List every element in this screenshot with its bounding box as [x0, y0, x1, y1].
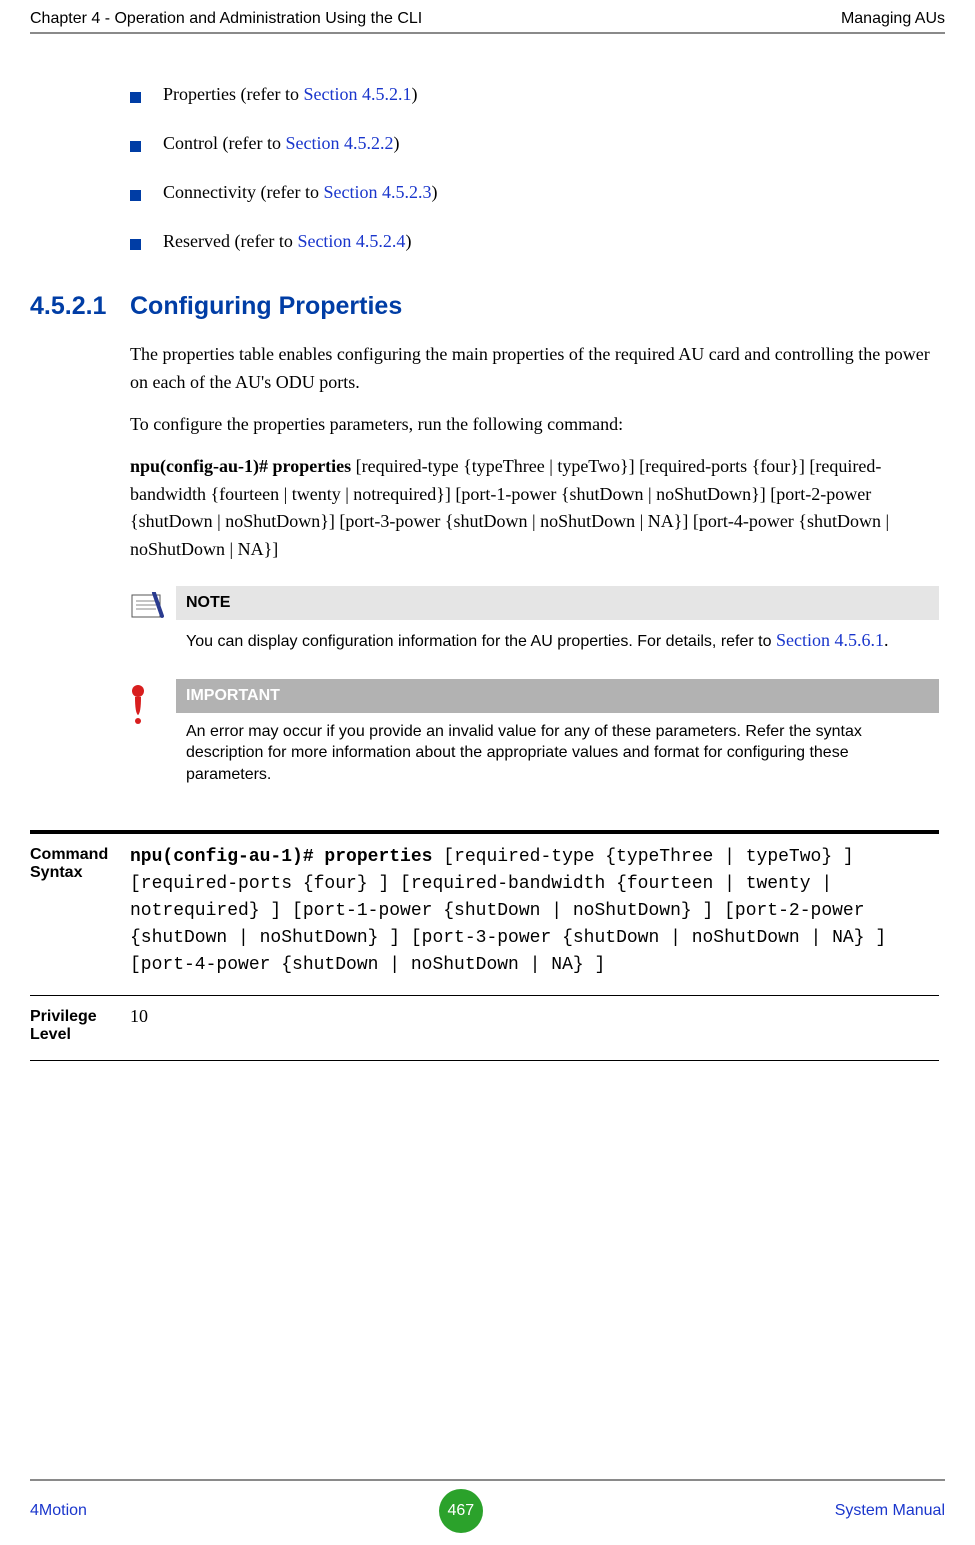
bullet-icon: [130, 141, 141, 152]
paragraph: The properties table enables configuring…: [130, 341, 939, 397]
bullet-icon: [130, 92, 141, 103]
page-number-badge: 467: [439, 1489, 483, 1533]
paragraph: To configure the properties parameters, …: [130, 411, 939, 439]
table-row: Command Syntax npu(config-au-1)# propert…: [30, 834, 939, 996]
section-link[interactable]: Section 4.5.2.3: [323, 182, 431, 202]
list-item: Properties (refer to Section 4.5.2.1): [130, 84, 939, 105]
section-link[interactable]: Section 4.5.6.1: [776, 630, 884, 650]
header-left: Chapter 4 - Operation and Administration…: [30, 10, 422, 28]
important-label: IMPORTANT: [176, 679, 939, 713]
important-callout: IMPORTANT An error may occur if you prov…: [130, 679, 939, 790]
row-label: Command Syntax: [30, 844, 130, 979]
row-value: 10: [130, 1006, 939, 1044]
important-text: An error may occur if you provide an inv…: [176, 713, 939, 790]
list-item: Control (refer to Section 4.5.2.2): [130, 133, 939, 154]
note-icon: [130, 586, 176, 657]
row-value: npu(config-au-1)# properties [required-t…: [130, 844, 939, 979]
list-item: Reserved (refer to Section 4.5.2.4): [130, 231, 939, 252]
footer-right[interactable]: System Manual: [835, 1502, 945, 1520]
bullet-text: Control (refer to Section 4.5.2.2): [163, 133, 399, 154]
bullet-icon: [130, 190, 141, 201]
bullet-icon: [130, 239, 141, 250]
row-label: Privilege Level: [30, 1006, 130, 1044]
section-number: 4.5.2.1: [30, 292, 130, 321]
syntax-table: Command Syntax npu(config-au-1)# propert…: [30, 830, 939, 1061]
command-bold: npu(config-au-1)# properties: [130, 456, 356, 476]
header-right: Managing AUs: [841, 10, 945, 28]
section-title: Configuring Properties: [130, 292, 402, 321]
list-item: Connectivity (refer to Section 4.5.2.3): [130, 182, 939, 203]
page-footer: 4Motion 467 System Manual: [30, 1479, 945, 1533]
table-row: Privilege Level 10: [30, 996, 939, 1061]
section-link[interactable]: Section 4.5.2.1: [303, 84, 411, 104]
bullet-text: Connectivity (refer to Section 4.5.2.3): [163, 182, 437, 203]
bullet-text: Properties (refer to Section 4.5.2.1): [163, 84, 417, 105]
note-callout: NOTE You can display configuration infor…: [130, 586, 939, 657]
note-label: NOTE: [176, 586, 939, 620]
command-paragraph: npu(config-au-1)# properties [required-t…: [130, 453, 939, 565]
page-header: Chapter 4 - Operation and Administration…: [30, 10, 945, 34]
section-heading: 4.5.2.1 Configuring Properties: [30, 292, 939, 321]
important-icon: [130, 679, 176, 790]
note-text: You can display configuration informatio…: [176, 620, 939, 657]
footer-left[interactable]: 4Motion: [30, 1502, 87, 1520]
bullet-text: Reserved (refer to Section 4.5.2.4): [163, 231, 411, 252]
section-link[interactable]: Section 4.5.2.2: [285, 133, 393, 153]
section-link[interactable]: Section 4.5.2.4: [297, 231, 405, 251]
